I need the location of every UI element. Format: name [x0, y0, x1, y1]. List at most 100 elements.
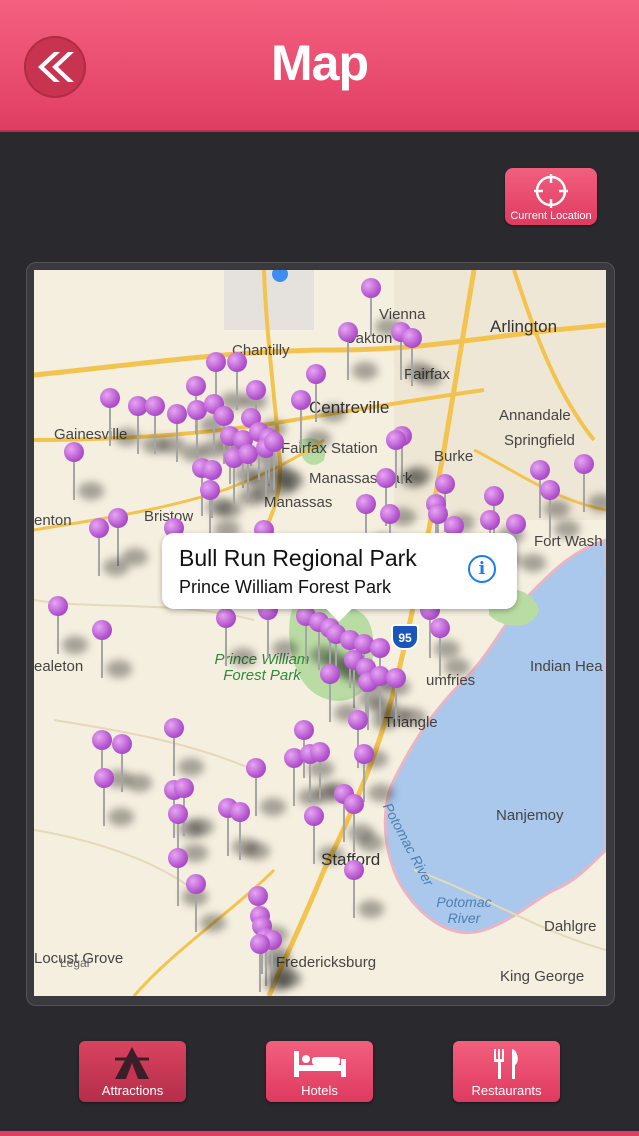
map-pin[interactable]: [230, 802, 270, 860]
tab-restaurants[interactable]: Restaurants: [453, 1041, 560, 1102]
pin-stick: [103, 786, 105, 826]
pin-stick: [353, 878, 355, 918]
pin-stick: [411, 346, 413, 386]
map-pin[interactable]: [291, 390, 331, 448]
pin-stick: [225, 626, 227, 666]
map-pin[interactable]: [304, 806, 344, 864]
pin-head: [294, 720, 314, 740]
callout-subtitle: Prince William Forest Park: [179, 577, 392, 597]
pin-head: [250, 934, 270, 954]
pin-stick: [395, 686, 397, 726]
map-pin[interactable]: [310, 742, 350, 800]
pin-head: [380, 504, 400, 524]
legal-link[interactable]: Legal: [60, 956, 89, 970]
pin-shadow: [444, 658, 470, 676]
pin-stick: [176, 422, 178, 462]
map-pin[interactable]: [186, 874, 226, 932]
pin-shadow: [588, 494, 606, 512]
tab-label: Restaurants: [471, 1083, 542, 1098]
map-pin[interactable]: [238, 444, 278, 502]
pin-shadow: [520, 554, 546, 572]
map-pin[interactable]: [386, 668, 426, 726]
tab-attractions[interactable]: Attractions: [79, 1041, 186, 1102]
pin-stick: [101, 638, 103, 678]
map-pin[interactable]: [145, 396, 185, 454]
pin-head: [216, 608, 236, 628]
pin-stick: [439, 636, 441, 676]
map-pin[interactable]: [344, 794, 384, 852]
pin-head: [92, 620, 112, 640]
pin-head: [92, 730, 112, 750]
map-pin[interactable]: [200, 480, 240, 538]
map-pin[interactable]: [48, 596, 88, 654]
pin-shadow: [272, 640, 298, 658]
pin-shadow: [305, 430, 331, 448]
current-location-button[interactable]: Current Location: [505, 168, 597, 225]
pin-head: [386, 668, 406, 688]
bed-icon: [294, 1051, 346, 1077]
pin-stick: [233, 466, 235, 506]
map-pin[interactable]: [164, 718, 204, 776]
map-pin[interactable]: [64, 442, 104, 500]
pin-head: [291, 390, 311, 410]
map-pin[interactable]: [92, 620, 132, 678]
map-view[interactable]: Vienna Oakton Arlington Chantilly Fairfa…: [34, 270, 606, 996]
pin-head: [48, 596, 68, 616]
map-callout[interactable]: Bull Run Regional Park Prince William Fo…: [162, 533, 517, 622]
map-pin[interactable]: [112, 734, 152, 792]
place-label: Annandale: [499, 407, 571, 424]
pin-stick: [255, 776, 257, 816]
map-pin[interactable]: [100, 388, 140, 446]
pin-head: [168, 804, 188, 824]
pin-stick: [329, 682, 331, 722]
pin-head: [186, 874, 206, 894]
pin-shadow: [178, 758, 204, 776]
pin-stick: [57, 614, 59, 654]
map-pin[interactable]: [167, 404, 207, 462]
map-pin[interactable]: [574, 454, 606, 512]
pin-stick: [154, 414, 156, 454]
info-icon[interactable]: i: [468, 555, 496, 583]
map-pin[interactable]: [168, 848, 208, 906]
pin-stick: [195, 892, 197, 932]
pin-head: [338, 322, 358, 342]
map-pin[interactable]: [540, 480, 580, 538]
pin-stick: [273, 450, 275, 490]
map-pin[interactable]: [264, 432, 304, 490]
pin-head: [304, 806, 324, 826]
pin-stick: [137, 414, 139, 454]
pin-head: [344, 860, 364, 880]
map-pin[interactable]: [344, 860, 384, 918]
map-pin[interactable]: [430, 618, 470, 676]
page-title: Map: [271, 35, 369, 91]
pin-head: [200, 480, 220, 500]
map-pin[interactable]: [94, 768, 134, 826]
pin-head: [214, 406, 234, 426]
pin-stick: [353, 668, 355, 708]
pin-stick: [300, 408, 302, 448]
map-pin[interactable]: [361, 278, 401, 336]
header-bar: Map: [0, 0, 639, 130]
pin-shadow: [400, 470, 426, 488]
map-pin[interactable]: [227, 352, 267, 410]
map-pin[interactable]: [89, 518, 129, 576]
pin-shadow: [103, 558, 129, 576]
pin-head: [112, 734, 132, 754]
place-label: Dahlgre: [544, 918, 597, 935]
pin-head: [574, 454, 594, 474]
map-pin[interactable]: [320, 664, 360, 722]
tab-hotels[interactable]: Hotels: [266, 1041, 373, 1102]
pin-head: [480, 510, 500, 530]
map-pin[interactable]: [216, 608, 256, 666]
pin-stick: [239, 820, 241, 860]
pin-shadow: [400, 708, 426, 726]
map-pin[interactable]: [338, 322, 378, 380]
place-label: Indian Hea: [530, 658, 603, 675]
map-pin[interactable]: [250, 934, 290, 992]
pin-shadow: [416, 368, 442, 386]
pin-shadow: [352, 362, 378, 380]
pin-head: [348, 710, 368, 730]
map-pin[interactable]: [402, 328, 442, 386]
pin-stick: [313, 824, 315, 864]
place-label: ealeton: [34, 658, 84, 675]
